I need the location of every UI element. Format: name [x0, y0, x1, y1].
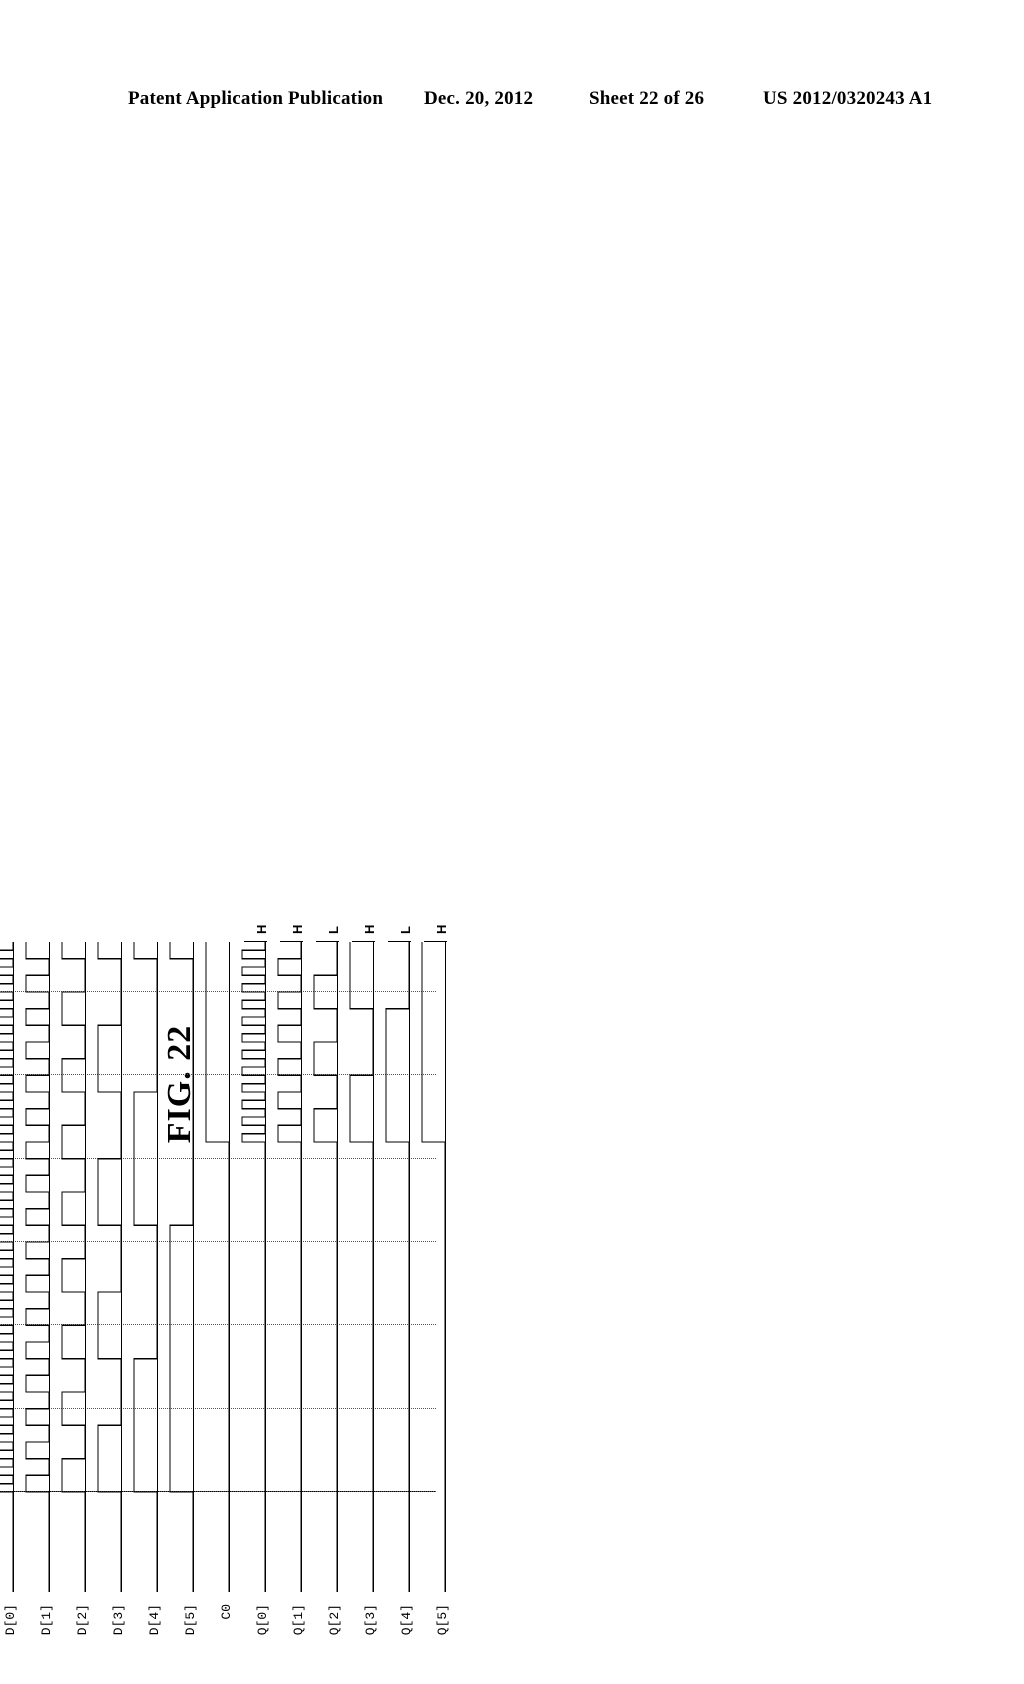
signal-waveform-d5	[169, 942, 195, 1684]
signal-label-d0: D[0]	[3, 1604, 18, 1636]
end-state-tick	[280, 941, 303, 942]
timing-diagram: SECOND PIXEL SIGNAL (SIGNAL LEVEL) PROCE…	[0, 660, 884, 1684]
end-state-tick	[388, 941, 411, 942]
end-state-q5: H	[434, 924, 449, 934]
signal-label-q3: Q[3]	[363, 1604, 378, 1636]
signal-label-q2: Q[2]	[327, 1604, 342, 1636]
end-state-q4: L	[398, 926, 413, 934]
signal-waveform-d0	[0, 942, 15, 1684]
signal-waveform-d1	[25, 942, 51, 1684]
signal-label-q4: Q[4]	[399, 1604, 414, 1636]
end-state-tick	[316, 941, 339, 942]
publication-date: Dec. 20, 2012	[424, 88, 534, 109]
signal-waveform-c0	[205, 942, 231, 1684]
signal-waveform-q1	[277, 942, 303, 1684]
signal-waveform-q2	[313, 942, 339, 1684]
signal-waveform-d4	[133, 942, 159, 1684]
signal-waveform-q0	[241, 942, 267, 1684]
signal-label-q5: Q[5]	[435, 1604, 450, 1636]
signal-waveform-d2	[61, 942, 87, 1684]
signal-label-d2: D[2]	[75, 1604, 90, 1636]
end-state-tick	[352, 941, 375, 942]
sheet-number: Sheet 22 of 26	[589, 88, 705, 109]
signal-label-d3: D[3]	[111, 1604, 126, 1636]
end-state-q0: H	[254, 924, 269, 934]
signal-label-d5: D[5]	[183, 1604, 198, 1636]
end-state-tick	[424, 941, 447, 942]
timing-diagram-canvas: SECOND PIXEL SIGNAL (SIGNAL LEVEL) PROCE…	[0, 924, 560, 1684]
patent-number: US 2012/0320243 A1	[763, 88, 933, 109]
signal-label-c0: C0	[219, 1604, 234, 1620]
end-state-tick	[244, 941, 267, 942]
signal-label-q1: Q[1]	[291, 1604, 306, 1636]
end-state-q2: L	[326, 926, 341, 934]
signal-waveform-d3	[97, 942, 123, 1684]
end-state-q3: H	[362, 924, 377, 934]
signal-waveform-q5	[421, 942, 447, 1684]
signal-label-d1: D[1]	[39, 1604, 54, 1636]
signal-label-d4: D[4]	[147, 1604, 162, 1636]
end-state-q1: H	[290, 924, 305, 934]
publication-header: Patent Application Publication Dec. 20, …	[0, 88, 1024, 116]
signal-waveform-q3	[349, 942, 375, 1684]
signal-label-q0: Q[0]	[255, 1604, 270, 1636]
publication-title: Patent Application Publication	[128, 88, 384, 109]
signal-waveform-q4	[385, 942, 411, 1684]
